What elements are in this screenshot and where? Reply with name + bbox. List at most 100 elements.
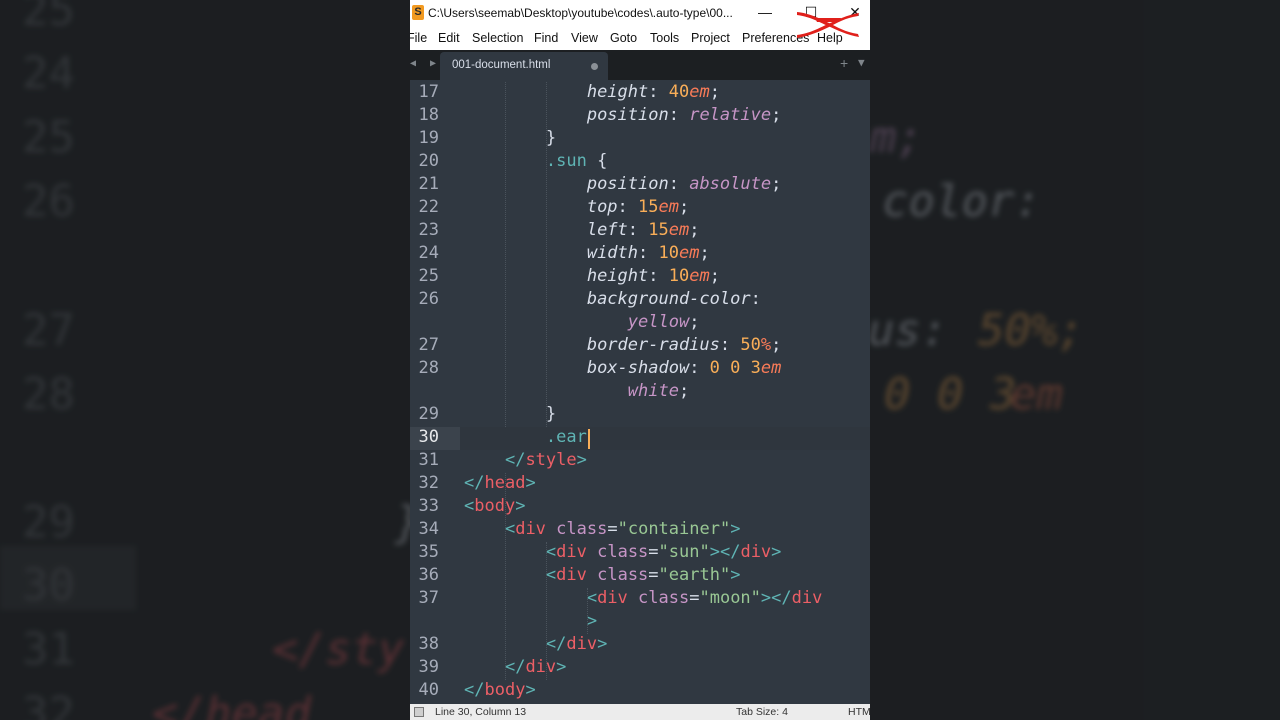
minimize-button[interactable]: — <box>742 0 788 26</box>
line-number[interactable]: 33 <box>410 496 439 516</box>
code-line[interactable]: position: absolute; <box>464 174 782 194</box>
code-token: div <box>556 565 587 585</box>
menu-find[interactable]: Find <box>534 31 558 45</box>
code-line[interactable]: </head> <box>464 473 536 493</box>
line-number[interactable]: 39 <box>410 657 439 677</box>
modified-dot-icon[interactable] <box>591 63 598 70</box>
line-number[interactable]: 23 <box>410 220 439 240</box>
code-line[interactable]: <div class="moon"></div <box>464 588 823 608</box>
line-number[interactable]: 24 <box>410 243 439 263</box>
code-line[interactable]: width: 10em; <box>464 243 710 263</box>
line-number[interactable]: 36 <box>410 565 439 585</box>
code-line[interactable]: } <box>464 404 556 424</box>
syntax-mode[interactable]: HTML <box>848 706 870 718</box>
tab-001-document[interactable]: 001-document.html <box>440 52 608 80</box>
code-token: style <box>525 450 577 470</box>
code-token: < <box>545 542 557 562</box>
code-token: : <box>638 243 659 263</box>
menu-project[interactable]: Project <box>691 31 730 45</box>
code-token: : <box>627 220 649 240</box>
line-number[interactable]: 38 <box>410 634 439 654</box>
code-token: > <box>586 611 598 631</box>
code-line[interactable]: position: relative; <box>464 105 782 125</box>
menu-tools[interactable]: Tools <box>650 31 679 45</box>
code-token: : <box>648 82 669 102</box>
line-number[interactable]: 21 <box>410 174 439 194</box>
code-token: < <box>504 519 516 539</box>
code-token: position <box>586 174 669 194</box>
line-number[interactable]: 25 <box>410 266 439 286</box>
code-line[interactable]: height: 10em; <box>464 266 720 286</box>
code-token: height <box>586 82 649 102</box>
code-line[interactable]: } <box>464 128 556 148</box>
code-line[interactable]: yellow; <box>464 312 700 332</box>
panel-toggle-icon[interactable] <box>414 707 424 717</box>
code-token: "moon" <box>699 588 761 608</box>
code-line[interactable]: height: 40em; <box>464 82 720 102</box>
new-tab-plus-icon[interactable]: + <box>840 55 848 71</box>
code-token: </ <box>504 450 526 470</box>
code-line[interactable]: background-color: <box>464 289 761 309</box>
code-line[interactable]: top: 15em; <box>464 197 689 217</box>
code-token: div <box>566 634 598 654</box>
line-number[interactable]: 34 <box>410 519 439 539</box>
code-line[interactable]: .sun { <box>464 151 607 171</box>
code-editor[interactable]: 17 height: 40em; 18 position: relative; 19… <box>410 80 870 704</box>
code-line[interactable]: .ear <box>464 427 587 447</box>
menu-edit[interactable]: Edit <box>438 31 460 45</box>
line-number[interactable]: 40 <box>410 680 439 700</box>
code-line[interactable]: white; <box>464 381 689 401</box>
line-number[interactable]: 17 <box>410 82 439 102</box>
line-number[interactable]: 30 <box>410 427 439 447</box>
indent-guide <box>505 473 506 680</box>
line-number[interactable]: 37 <box>410 588 439 608</box>
code-token: < <box>545 565 557 585</box>
code-token: > <box>576 450 587 470</box>
menu-view[interactable]: View <box>571 31 598 45</box>
line-number[interactable]: 27 <box>410 335 439 355</box>
code-token: > <box>556 657 567 677</box>
code-line[interactable]: </body> <box>464 680 536 700</box>
tab-bar: ◀ ▶ 001-document.html + ▼ <box>410 50 870 80</box>
code-line[interactable]: border-radius: 50%; <box>464 335 782 355</box>
line-number[interactable]: 18 <box>410 105 439 125</box>
tab-nav-arrows-icon[interactable]: ◀ ▶ <box>410 58 440 69</box>
code-line[interactable]: </style> <box>464 450 587 470</box>
code-line[interactable]: <body> <box>464 496 525 516</box>
line-number[interactable]: 28 <box>410 358 439 378</box>
line-number[interactable]: 22 <box>410 197 439 217</box>
line-number[interactable]: 20 <box>410 151 439 171</box>
menu-selection[interactable]: Selection <box>472 31 523 45</box>
code-line[interactable]: > <box>464 611 597 631</box>
tab-size[interactable]: Tab Size: 4 <box>736 706 788 718</box>
code-token: em <box>689 266 710 286</box>
code-token: .sun <box>545 151 587 171</box>
code-line[interactable]: left: 15em; <box>464 220 700 240</box>
indent-guide <box>546 82 547 427</box>
code-token: </ <box>464 473 485 493</box>
code-line[interactable]: box-shadow: 0 0 3em <box>464 358 782 378</box>
code-line[interactable]: <div class="sun"></div> <box>464 542 782 562</box>
code-line[interactable]: </div> <box>464 657 566 677</box>
code-line[interactable]: </div> <box>464 634 607 654</box>
code-token: </ <box>504 657 526 677</box>
code-token: ; <box>678 381 690 401</box>
code-token: = <box>607 519 618 539</box>
menu-file[interactable]: File <box>410 31 427 45</box>
line-number[interactable]: 19 <box>410 128 439 148</box>
line-number[interactable]: 31 <box>410 450 439 470</box>
line-number[interactable]: 35 <box>410 542 439 562</box>
line-number[interactable]: 26 <box>410 289 439 309</box>
line-number[interactable]: 32 <box>410 473 439 493</box>
cursor-position[interactable]: Line 30, Column 13 <box>435 706 526 718</box>
editor-window: S C:\Users\seemab\Desktop\youtube\codes\… <box>410 0 870 720</box>
tab-dropdown-icon[interactable]: ▼ <box>858 56 865 69</box>
line-number[interactable]: 29 <box>410 404 439 424</box>
menu-goto[interactable]: Goto <box>610 31 637 45</box>
code-token: ; <box>709 82 720 102</box>
code-token: ; <box>689 312 700 332</box>
